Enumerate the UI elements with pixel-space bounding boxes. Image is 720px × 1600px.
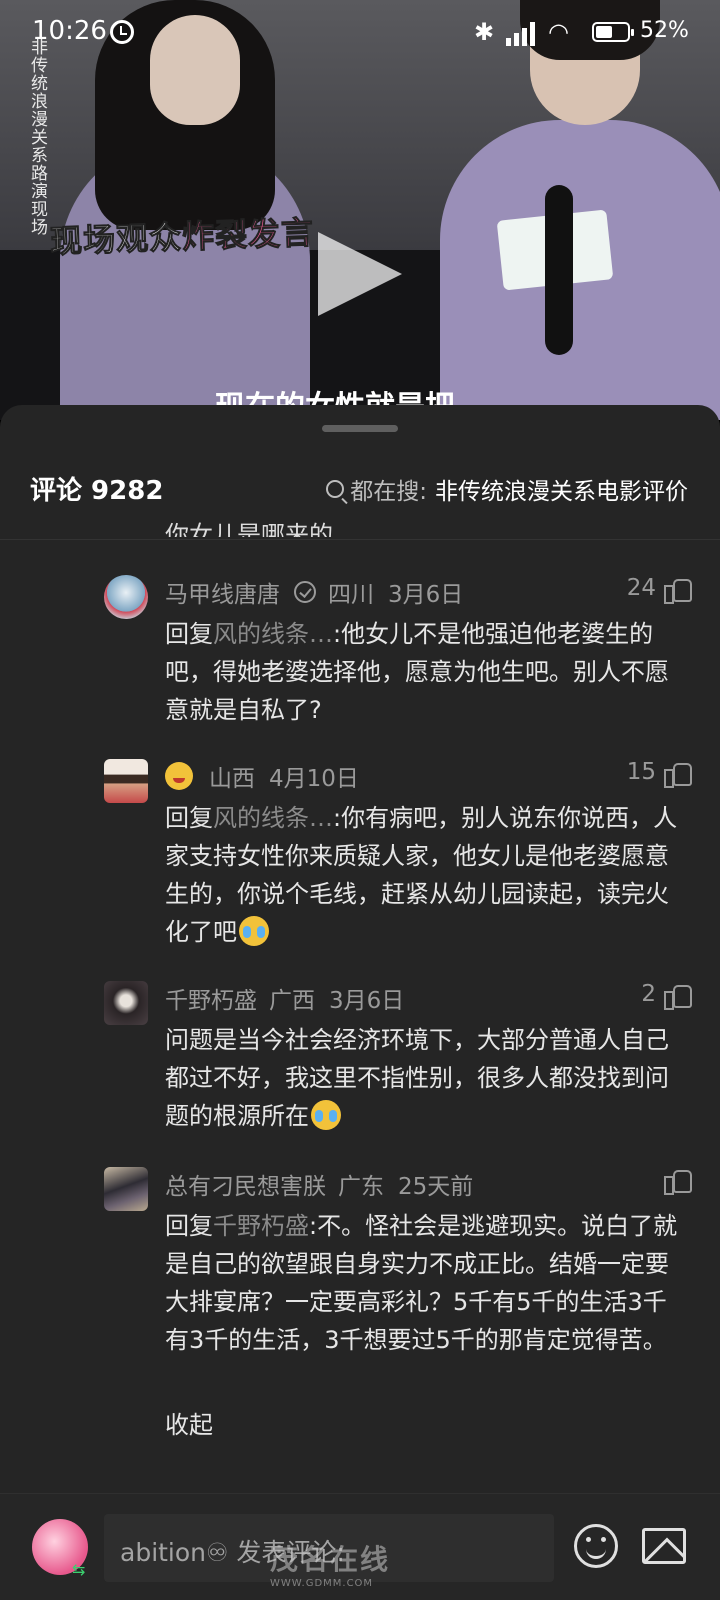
goofy-face-icon xyxy=(165,762,193,790)
microphone xyxy=(545,185,573,355)
comment-body: 回复风的线条…:他女儿不是他强迫他老婆生的吧，得她老婆选择他，愿意为他生吧。别人… xyxy=(165,615,685,729)
clipped-comment-line: 你女儿是哪来的 xyxy=(165,521,333,537)
like-button[interactable] xyxy=(656,1167,692,1195)
bluetooth-icon: ✱ xyxy=(474,18,495,46)
like-count: 2 xyxy=(641,981,656,1007)
emoji-icon[interactable] xyxy=(574,1524,618,1568)
comments-sheet: 评论 9282 都在搜: 非传统浪漫关系电影评价 你女儿是哪来的 马甲线唐唐 四… xyxy=(0,405,720,1600)
battery-icon xyxy=(592,22,634,42)
alarm-icon xyxy=(110,20,134,44)
reply-prefix: 回复 xyxy=(165,804,213,832)
account-switch-icon[interactable]: ⇆ xyxy=(72,1560,85,1579)
comment-count: 评论 9282 xyxy=(30,476,164,506)
like-count: 15 xyxy=(626,759,656,785)
video-side-title: 非传统浪漫关系路演现场 xyxy=(27,38,47,236)
comments-header: 评论 9282 都在搜: 非传统浪漫关系电影评价 xyxy=(0,460,720,540)
verified-icon xyxy=(294,581,316,603)
reply-prefix: 回复 xyxy=(165,620,213,648)
thumbs-up-icon xyxy=(664,760,692,788)
comment-meta: 山西 4月10日 xyxy=(165,759,359,793)
watermark-url: WWW.GDMM.COM xyxy=(270,1578,374,1589)
trending-search-link[interactable]: 都在搜: 非传统浪漫关系电影评价 xyxy=(326,472,688,506)
comment-date: 3月6日 xyxy=(388,582,464,608)
avatar[interactable] xyxy=(104,1167,148,1211)
search-prefix: 都在搜: xyxy=(350,479,427,505)
thumbs-up-icon xyxy=(664,982,692,1010)
sheet-drag-handle[interactable] xyxy=(322,425,398,432)
avatar[interactable] xyxy=(104,759,148,803)
reply-target[interactable]: 风的线条… xyxy=(213,620,333,648)
video-caption: 现场观众炸裂发言 xyxy=(49,207,315,262)
comment-author[interactable]: 总有刁民想害朕 xyxy=(165,1167,326,1201)
comment-body: 回复风的线条…:你有病吧，别人说东你说西，人家支持女性你来质疑人家，他女儿是他老… xyxy=(165,799,685,951)
search-icon xyxy=(326,480,345,498)
search-keyword[interactable]: 非传统浪漫关系电影评价 xyxy=(435,472,688,506)
comment-location: 四川 xyxy=(328,582,374,608)
reply-target[interactable]: 风的线条… xyxy=(213,804,333,832)
reply-target[interactable]: 千野朽盛 xyxy=(213,1212,309,1240)
watermark: 茂名在线 WWW.GDMM.COM xyxy=(270,1538,390,1589)
comment-date: 4月10日 xyxy=(269,766,359,792)
thumbs-up-icon xyxy=(664,576,692,604)
like-button[interactable]: 24 xyxy=(626,575,692,604)
battery-percent: 52% xyxy=(640,18,689,43)
crying-face-icon xyxy=(239,916,269,946)
comment-meta: 千野朽盛 广西 3月6日 xyxy=(165,981,404,1015)
comment-location: 广西 xyxy=(269,988,315,1014)
comment-location: 山西 xyxy=(209,766,255,792)
play-icon[interactable] xyxy=(318,232,402,316)
avatar[interactable] xyxy=(104,981,148,1025)
comment-author[interactable]: 千野朽盛 xyxy=(165,981,257,1015)
signal-icon xyxy=(506,20,538,46)
crying-face-icon xyxy=(311,1100,341,1130)
comment-author[interactable]: 马甲线唐唐 xyxy=(165,575,280,609)
wifi-icon: ◠ xyxy=(548,18,569,46)
comment-meta: 总有刁民想害朕 广东 25天前 xyxy=(165,1167,473,1201)
collapse-button[interactable]: 收起 xyxy=(165,1405,213,1440)
comment-body: 回复千野朽盛:不。怪社会是逃避现实。说白了就是自己的欲望跟自身实力不成正比。结婚… xyxy=(165,1207,685,1359)
comment-location: 广东 xyxy=(338,1174,384,1200)
video-caption-highlight: 炸裂发言 xyxy=(181,213,315,257)
like-button[interactable]: 2 xyxy=(641,981,692,1010)
thumbs-up-icon xyxy=(664,1167,692,1195)
status-bar: 10:26 ✱ ◠ 52% xyxy=(0,0,720,66)
avatar[interactable] xyxy=(104,575,148,619)
comment-date: 25天前 xyxy=(398,1174,474,1200)
video-caption-plain: 现场观众 xyxy=(49,218,183,262)
status-time: 10:26 xyxy=(32,16,107,46)
watermark-text: 茂名在线 xyxy=(270,1543,391,1576)
comment-meta: 马甲线唐唐 四川 3月6日 xyxy=(165,575,463,609)
like-count: 24 xyxy=(626,575,656,601)
image-icon[interactable] xyxy=(642,1528,686,1564)
comment-text: 问题是当今社会经济环境下，大部分普通人自己都过不好，我这里不指性别，很多人都没找… xyxy=(165,1026,669,1130)
reply-prefix: 回复 xyxy=(165,1212,213,1240)
comment-date: 3月6日 xyxy=(329,988,405,1014)
comment-body: 问题是当今社会经济环境下，大部分普通人自己都过不好，我这里不指性别，很多人都没找… xyxy=(165,1021,685,1135)
like-button[interactable]: 15 xyxy=(626,759,692,788)
